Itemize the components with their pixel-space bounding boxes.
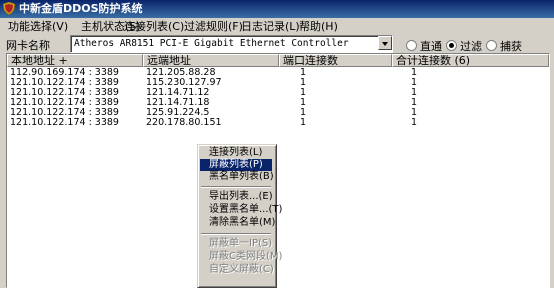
menu-item-block-list[interactable]: 屏蔽列表(P) <box>200 159 272 171</box>
menu-filter-rules[interactable]: 过滤规则(F) <box>182 19 245 34</box>
column-header-total-connections[interactable]: 合计连接数 (6) <box>392 54 549 67</box>
menu-item-clear-blacklist[interactable]: 清除黑名单(M) <box>200 217 275 229</box>
menu-help[interactable]: 帮助(H) <box>297 19 340 34</box>
cell-remote: 220.178.80.151 <box>146 117 222 128</box>
menu-item-set-blacklist[interactable]: 设置黑名单...(T) <box>200 204 282 216</box>
chevron-down-icon[interactable] <box>378 36 392 50</box>
mode-passthrough-radio[interactable]: 直通 <box>406 38 442 54</box>
column-header-port-connections[interactable]: 端口连接数 <box>279 54 392 67</box>
nic-value: Atheros AR8151 PCI-E Gigabit Ethernet Co… <box>74 38 349 49</box>
menu-item-export-list[interactable]: 导出列表...(E) <box>200 191 273 203</box>
shield-icon <box>3 2 15 15</box>
menu-log[interactable]: 日志记录(L) <box>239 19 302 34</box>
menu-function[interactable]: 功能选择(V) <box>6 19 70 34</box>
radio-selected-icon <box>446 40 457 51</box>
column-header-local-address[interactable]: 本地地址 + <box>7 54 143 67</box>
title-bar: 中新金盾DDOS防护系统 <box>0 0 554 18</box>
nic-select[interactable]: Atheros AR8151 PCI-E Gigabit Ethernet Co… <box>70 35 393 53</box>
menu-item-connection-list[interactable]: 连接列表(L) <box>200 147 272 159</box>
cell-total-count: 1 <box>411 117 418 128</box>
nic-label: 网卡名称 <box>6 39 50 52</box>
menu-connection-list[interactable]: 连接列表(C) <box>122 19 186 34</box>
menu-separator <box>201 186 271 188</box>
menu-item-blacklist[interactable]: 黑名单列表(B) <box>200 171 274 183</box>
mode-capture-radio[interactable]: 捕获 <box>486 38 522 54</box>
radio-icon <box>406 40 417 51</box>
cell-local: 121.10.122.174 : 3389 <box>10 117 119 128</box>
window-title: 中新金盾DDOS防护系统 <box>19 2 143 15</box>
mode-filter-radio[interactable]: 过滤 <box>446 38 482 54</box>
menu-bar: 功能选择(V) 主机状态(S) 连接列表(C) 过滤规则(F) 日志记录(L) … <box>0 18 554 35</box>
cell-port-count: 1 <box>300 117 307 128</box>
menu-item-block-single-ip: 屏蔽单一IP(S) <box>209 238 273 249</box>
toolbar: 网卡名称 Atheros AR8151 PCI-E Gigabit Ethern… <box>0 35 554 53</box>
column-header-remote-address[interactable]: 远端地址 <box>143 54 279 67</box>
menu-item-custom-block: 自定义屏蔽(C) <box>209 264 274 275</box>
menu-separator <box>201 233 271 235</box>
menu-item-block-class-c: 屏蔽C类网段(M) <box>209 251 283 262</box>
context-menu: 连接列表(L) 屏蔽列表(P) 黑名单列表(B) 导出列表...(E) 设置黑名… <box>197 144 283 288</box>
radio-icon <box>486 40 497 51</box>
